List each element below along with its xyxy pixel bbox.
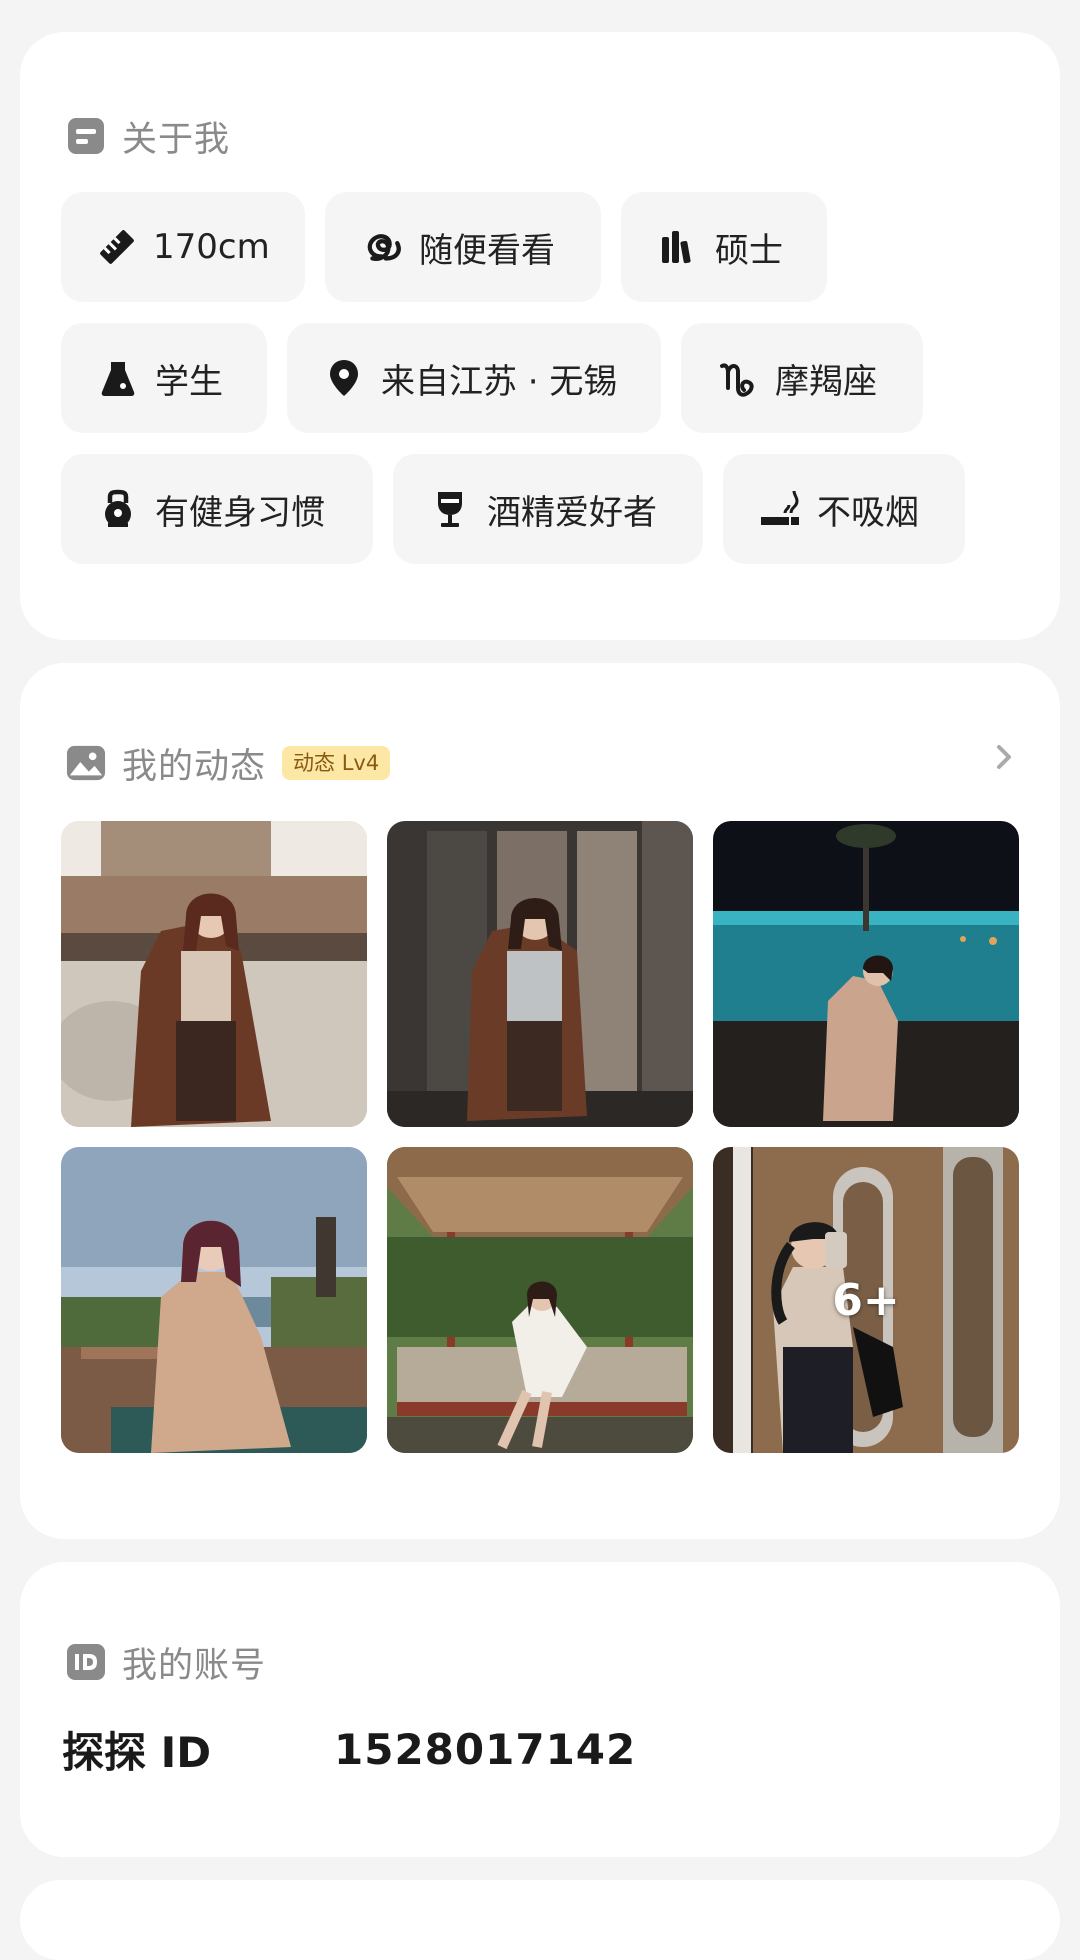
tag-height: 170cm (61, 192, 305, 302)
kettlebell-icon (97, 488, 139, 530)
tag-label: 来自江苏 · 无锡 (381, 361, 618, 402)
my-account-card: 我的账号 探探 ID 1528017142 (20, 1562, 1060, 1857)
cigarette-icon (759, 488, 801, 530)
swirl-icon (361, 226, 403, 268)
more-photos-count: 6+ (832, 1274, 900, 1326)
photo-thumbnail[interactable] (713, 821, 1019, 1127)
photo-thumbnail[interactable] (61, 1147, 367, 1453)
tag-zodiac: 摩羯座 (681, 323, 923, 433)
account-id-label: 探探 ID (62, 1728, 212, 1777)
tag-hometown: 来自江苏 · 无锡 (287, 323, 661, 433)
flask-icon (97, 357, 139, 399)
location-pin-icon (323, 357, 365, 399)
my-moments-header: 我的动态 动态 Lv4 (66, 739, 391, 787)
moments-level-badge: 动态 Lv4 (282, 746, 391, 780)
my-account-header: 我的账号 (66, 1638, 266, 1686)
photo-thumbnail[interactable] (61, 821, 367, 1127)
tag-purpose: 随便看看 (325, 192, 601, 302)
tag-label: 不吸烟 (817, 492, 919, 533)
tag-row-3: 有健身习惯 酒精爱好者 不吸烟 (61, 454, 965, 564)
my-moments-card[interactable]: 我的动态 动态 Lv4 6+ (20, 663, 1060, 1539)
tag-label: 硕士 (715, 230, 783, 271)
ruler-icon (97, 226, 137, 268)
photo-thumbnail-more[interactable]: 6+ (713, 1147, 1019, 1453)
tag-occupation: 学生 (61, 323, 267, 433)
tag-fitness: 有健身习惯 (61, 454, 373, 564)
profile-card-icon (66, 116, 106, 156)
my-moments-title: 我的动态 (122, 746, 267, 787)
tag-row-1: 170cm 随便看看 硕士 (61, 192, 827, 302)
tag-smoking: 不吸烟 (723, 454, 965, 564)
tag-label: 学生 (155, 361, 223, 402)
my-account-title: 我的账号 (122, 1645, 267, 1686)
tag-row-2: 学生 来自江苏 · 无锡 摩羯座 (61, 323, 923, 433)
photo-grid: 6+ (61, 821, 1019, 1453)
account-id-row: 探探 ID 1528017142 (62, 1719, 636, 1780)
about-me-header: 关于我 (66, 112, 230, 160)
tag-drinking: 酒精爱好者 (393, 454, 703, 564)
id-badge-icon (66, 1642, 106, 1682)
tag-label: 摩羯座 (775, 361, 877, 402)
books-icon (657, 226, 699, 268)
photo-thumbnail[interactable] (387, 1147, 693, 1453)
about-me-card: 关于我 170cm 随便看看 硕士 学生 来自江苏 · 无锡 摩羯座 有健身习惯… (20, 32, 1060, 640)
photo-thumbnail[interactable] (387, 821, 693, 1127)
chevron-right-icon[interactable] (990, 743, 1018, 771)
tag-education: 硕士 (621, 192, 827, 302)
tag-label: 随便看看 (419, 230, 555, 271)
tag-label: 170cm (153, 227, 270, 267)
next-card-edge (20, 1880, 1060, 1960)
tag-label: 有健身习惯 (155, 492, 325, 533)
capricorn-icon (717, 357, 759, 399)
about-me-title: 关于我 (122, 119, 231, 160)
account-id-value[interactable]: 1528017142 (334, 1725, 636, 1774)
photo-icon (66, 743, 106, 783)
wine-glass-icon (429, 488, 471, 530)
tag-label: 酒精爱好者 (487, 492, 657, 533)
